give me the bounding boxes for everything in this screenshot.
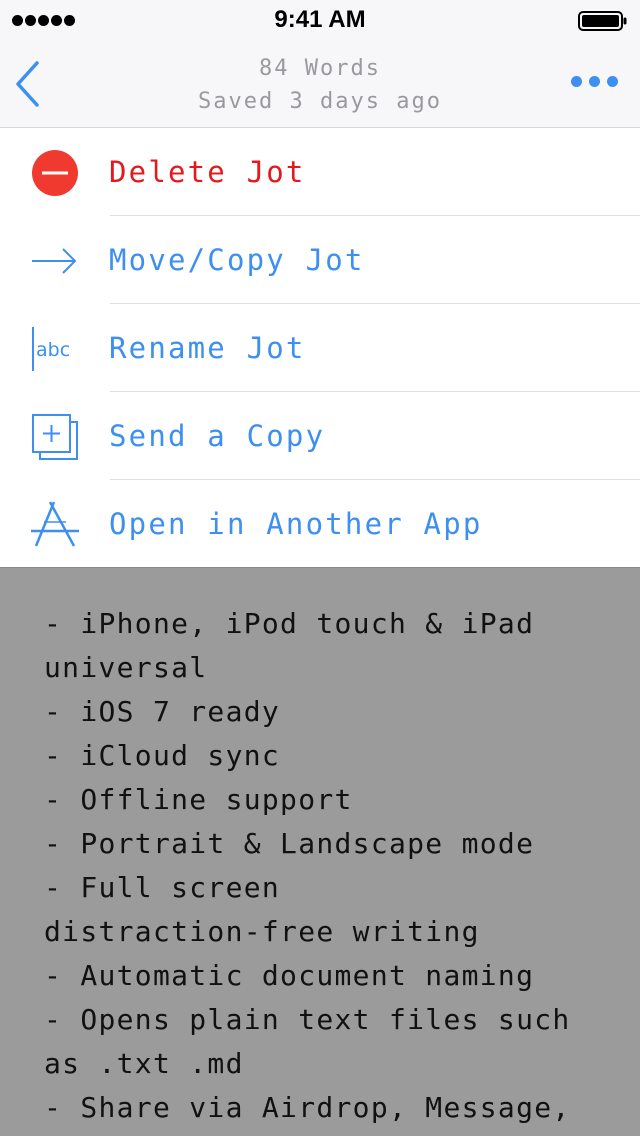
arrow-right-icon [32,248,77,274]
document-line: - Portrait & Landscape mode [44,827,535,860]
jot-document-dimmed[interactable]: - iPhone, iPod touch & iPad universal - … [0,568,640,1136]
document-line: distraction-free writing [44,915,480,948]
document-line: - Share via Airdrop, Message, [44,1091,571,1124]
document-line: - Full screen [44,871,281,904]
word-count: 84 Words [259,56,381,81]
document-text: - iPhone, iPod touch & iPad universal - … [44,602,634,1130]
app-store-icon [31,501,79,547]
more-options-icon[interactable] [571,76,618,87]
document-line: - Automatic document naming [44,959,535,992]
document-line: - Opens plain text files such [44,1003,571,1036]
open-in-another-app-item[interactable]: Open in Another App [0,480,640,568]
rename-jot-label: Rename Jot [109,331,306,365]
rename-jot-item[interactable]: abc Rename Jot [0,304,640,392]
battery-icon [578,11,627,31]
send-copy-item[interactable]: Send a Copy [0,392,640,480]
status-bar: 9:41 AM [0,0,640,40]
rename-icon-text: abc [36,339,70,361]
rename-icon: abc [32,327,70,371]
delete-jot-item[interactable]: Delete Jot [0,128,640,216]
saved-status: Saved 3 days ago [198,89,442,114]
document-line: - Offline support [44,783,353,816]
send-copy-label: Send a Copy [109,419,326,453]
delete-jot-label: Delete Jot [109,155,306,189]
nav-bar: 84 Words Saved 3 days ago [0,40,640,128]
open-in-another-app-label: Open in Another App [109,507,483,541]
copy-icon [32,414,78,460]
delete-icon [32,150,78,196]
move-copy-jot-label: Move/Copy Jot [109,243,365,277]
document-line: - iPhone, iPod touch & iPad [44,607,535,640]
document-line: - iOS 7 ready [44,695,281,728]
document-line: - iCloud sync [44,739,281,772]
action-menu: Delete Jot Move/Copy Jot abc Rename Jot … [0,128,640,568]
move-copy-jot-item[interactable]: Move/Copy Jot [0,216,640,304]
document-line: universal [44,651,208,684]
jot-info: 84 Words Saved 3 days ago [0,52,640,118]
status-time: 9:41 AM [274,6,366,33]
document-line: as .txt .md [44,1047,244,1080]
